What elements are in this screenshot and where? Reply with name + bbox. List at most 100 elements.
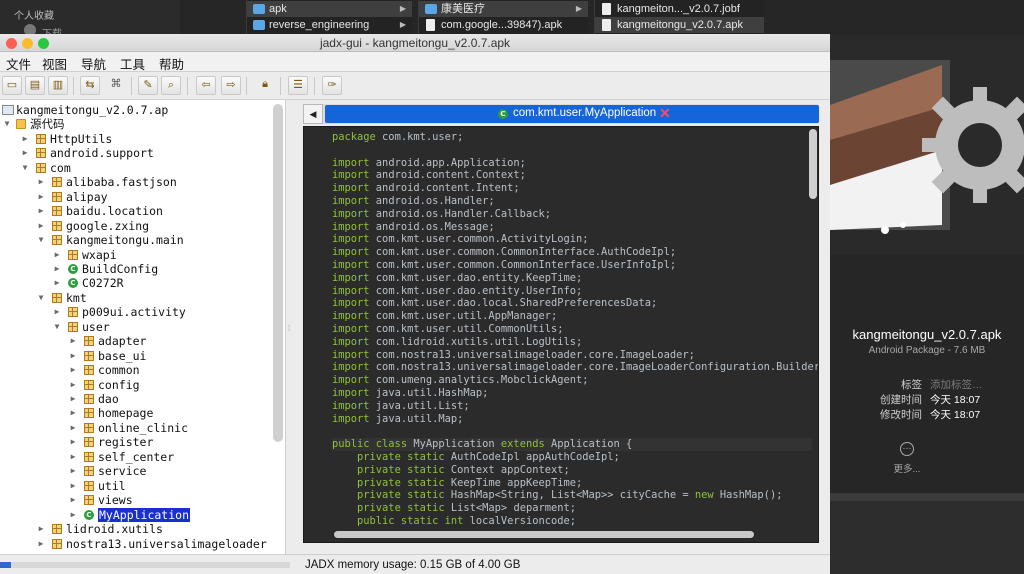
tree-node[interactable]: ▶ C MyApplication bbox=[0, 507, 283, 522]
tree-node[interactable]: ▶ dao bbox=[0, 392, 283, 406]
split-handle[interactable]: ⁞ bbox=[288, 324, 290, 333]
tree-node[interactable]: ▼ 源代码 bbox=[0, 117, 283, 131]
finder-item[interactable]: kangmeitongu_v2.0.7.apk bbox=[595, 17, 764, 33]
back-button[interactable]: ⇦ bbox=[196, 76, 216, 95]
code-editor[interactable]: package com.kmt.user; import android.app… bbox=[303, 126, 819, 543]
tree-node[interactable]: ▶ online_clinic bbox=[0, 421, 283, 435]
text-search-button[interactable]: ✎ bbox=[138, 76, 158, 95]
tree-node[interactable]: ▶ google.zxing bbox=[0, 219, 283, 233]
collapsed-icon[interactable]: ▶ bbox=[36, 537, 46, 551]
more-button[interactable]: 更多... bbox=[890, 461, 924, 475]
collapsed-icon[interactable]: ▶ bbox=[68, 421, 78, 435]
tree-scrollbar[interactable] bbox=[273, 104, 283, 442]
tree-node[interactable]: ▼ com bbox=[0, 161, 283, 175]
collapsed-icon[interactable]: ▶ bbox=[36, 219, 46, 233]
sync-tree-button[interactable]: ⇆ bbox=[80, 76, 100, 95]
code-keyword: import bbox=[332, 335, 370, 348]
tree-node[interactable]: ▶ homepage bbox=[0, 406, 283, 420]
tree-node[interactable]: ▼ user bbox=[0, 320, 283, 334]
log-viewer-button[interactable]: ☰ bbox=[288, 76, 308, 95]
collapsed-icon[interactable]: ▶ bbox=[68, 435, 78, 449]
tree-node[interactable]: ▶ HttpUtils bbox=[0, 132, 283, 146]
collapsed-icon[interactable]: ▶ bbox=[52, 248, 62, 262]
tree-node[interactable]: ▶ alibaba.fastjson bbox=[0, 175, 283, 189]
forward-button[interactable]: ⇨ bbox=[221, 76, 241, 95]
collapsed-icon[interactable]: ▶ bbox=[68, 392, 78, 406]
menu-view[interactable]: 视图 bbox=[42, 54, 67, 73]
code-vertical-scrollbar[interactable] bbox=[809, 129, 817, 199]
tree-node[interactable]: ▶ service bbox=[0, 464, 283, 478]
finder-item[interactable]: reverse_engineering ▶ bbox=[247, 17, 412, 33]
tree-node[interactable]: ▶ config bbox=[0, 378, 283, 392]
tree-node[interactable]: ▶ nostra13.universalimageloader bbox=[0, 537, 283, 551]
expanded-icon[interactable]: ▼ bbox=[36, 291, 46, 305]
deobfuscation-icon[interactable]: 🔒︎ bbox=[255, 76, 275, 95]
collapsed-icon[interactable]: ▶ bbox=[68, 378, 78, 392]
expanded-icon[interactable]: ▼ bbox=[20, 161, 30, 175]
collapsed-icon[interactable]: ▶ bbox=[36, 522, 46, 536]
menu-navigate[interactable]: 导航 bbox=[81, 54, 106, 73]
tree-node[interactable]: ▶ common bbox=[0, 363, 283, 377]
tree-node[interactable]: ▶ adapter bbox=[0, 334, 283, 348]
collapsed-icon[interactable]: ▶ bbox=[68, 493, 78, 507]
collapsed-icon[interactable]: ▶ bbox=[36, 175, 46, 189]
tree-node[interactable]: ▶ baidu.location bbox=[0, 204, 283, 218]
menu-file[interactable]: 文件 bbox=[6, 54, 31, 73]
collapsed-icon[interactable]: ▶ bbox=[20, 146, 30, 160]
finder-item[interactable]: apk ▶ bbox=[247, 1, 412, 17]
export-button[interactable]: ▥ bbox=[48, 76, 68, 95]
collapsed-icon[interactable]: ▶ bbox=[36, 204, 46, 218]
open-file-button[interactable]: ▭ bbox=[2, 76, 22, 95]
tree-node[interactable]: ▼ kmt bbox=[0, 291, 283, 305]
menu-tools[interactable]: 工具 bbox=[120, 54, 145, 73]
tree-node[interactable]: ▶ wxapi bbox=[0, 248, 283, 262]
collapsed-icon[interactable]: ▶ bbox=[68, 363, 78, 377]
code-keyword: import bbox=[332, 361, 370, 374]
tree-node[interactable]: ▶ views bbox=[0, 493, 283, 507]
code-horizontal-scrollbar[interactable] bbox=[334, 531, 754, 538]
menu-help[interactable]: 帮助 bbox=[159, 54, 184, 73]
tree-node[interactable]: ▶ C BuildConfig bbox=[0, 262, 283, 276]
more-icon[interactable]: ⋯ bbox=[900, 442, 914, 456]
finder-item[interactable]: kangmeiton..._v2.0.7.jobf bbox=[595, 1, 764, 17]
flatten-packages-icon[interactable]: ⌘ bbox=[106, 76, 126, 95]
collapsed-icon[interactable]: ▶ bbox=[52, 305, 62, 319]
collapsed-icon[interactable]: ▶ bbox=[52, 262, 62, 276]
collapsed-icon[interactable]: ▶ bbox=[68, 464, 78, 478]
finder-item[interactable]: 康美医疗 ▶ bbox=[419, 1, 588, 17]
expanded-icon[interactable]: ▼ bbox=[36, 233, 46, 247]
collapsed-icon[interactable]: ▶ bbox=[68, 349, 78, 363]
collapsed-icon[interactable]: ▶ bbox=[68, 450, 78, 464]
preferences-button[interactable]: ✑ bbox=[322, 76, 342, 95]
tree-node-label: util bbox=[98, 478, 126, 493]
tree-node[interactable]: ▶ base_ui bbox=[0, 349, 283, 363]
collapsed-icon[interactable]: ▶ bbox=[20, 132, 30, 146]
tags-input[interactable]: 添加标签… bbox=[930, 377, 983, 392]
tree-node[interactable]: ▶ C C0272R bbox=[0, 276, 283, 290]
collapsed-icon[interactable]: ▶ bbox=[68, 479, 78, 493]
tab-list-button[interactable]: ◀ bbox=[303, 104, 323, 124]
finder-item[interactable]: com.google...39847).apk bbox=[419, 17, 588, 33]
expanded-icon[interactable]: ▼ bbox=[2, 117, 12, 131]
save-all-button[interactable]: ▤ bbox=[25, 76, 45, 95]
tree-node[interactable]: ▶ self_center bbox=[0, 450, 283, 464]
collapsed-icon[interactable]: ▶ bbox=[52, 276, 62, 290]
collapsed-icon[interactable]: ▶ bbox=[68, 334, 78, 348]
collapsed-icon[interactable]: ▶ bbox=[68, 508, 78, 522]
tree-node[interactable]: ▶ register bbox=[0, 435, 283, 449]
tree-node[interactable]: kangmeitongu_v2.0.7.ap bbox=[0, 103, 283, 117]
tree-node[interactable]: ▶ util bbox=[0, 479, 283, 493]
tree-node-label: HttpUtils bbox=[50, 131, 113, 146]
class-search-button[interactable]: ⌕ bbox=[161, 76, 181, 95]
tab-myapplication[interactable]: C com.kmt.user.MyApplication ✕ bbox=[325, 105, 819, 123]
collapsed-icon[interactable]: ▶ bbox=[68, 406, 78, 420]
tree-node[interactable]: ▶ alipay bbox=[0, 190, 283, 204]
collapsed-icon[interactable]: ▶ bbox=[36, 190, 46, 204]
tree-node[interactable]: ▶ lidroid.xutils bbox=[0, 522, 283, 536]
close-tab-icon[interactable]: ✕ bbox=[659, 105, 671, 122]
expanded-icon[interactable]: ▼ bbox=[52, 320, 62, 334]
tree-node[interactable]: ▶ p009ui.activity bbox=[0, 305, 283, 319]
tree-node[interactable]: ▶ android.support bbox=[0, 146, 283, 160]
tree-node[interactable]: ▼ kangmeitongu.main bbox=[0, 233, 283, 247]
